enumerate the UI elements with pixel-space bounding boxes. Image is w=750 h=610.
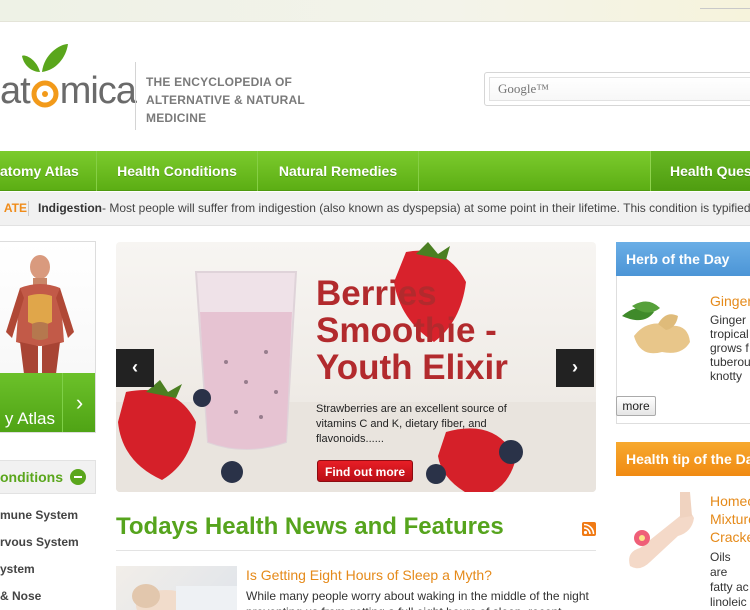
health-tip-header: Health tip of the Day	[616, 442, 750, 476]
logo-swirl-icon	[30, 70, 60, 108]
feet-image[interactable]	[620, 492, 698, 572]
top-bar	[0, 0, 750, 22]
anatomy-atlas-label: y Atlas	[4, 409, 55, 428]
main-nav: atomy Atlas Health Conditions Natural Re…	[0, 151, 750, 191]
herb-name[interactable]: Ginger	[710, 293, 750, 309]
anatomy-body-icon	[6, 255, 74, 374]
ticker-label: ATE	[3, 201, 27, 215]
news-divider	[116, 550, 596, 551]
site-tagline: THE ENCYCLOPEDIA OF ALTERNATIVE & NATURA…	[146, 75, 305, 125]
condition-item-immune-system[interactable]: mune System	[0, 508, 78, 522]
herb-more-button[interactable]: more	[616, 396, 656, 416]
rss-icon[interactable]	[582, 522, 596, 536]
herb-of-day-header: Herb of the Day	[616, 242, 750, 276]
logo-text: at mica	[0, 70, 137, 113]
news-headline[interactable]: Is Getting Eight Hours of Sleep a Myth?	[246, 567, 492, 583]
slider-next-arrow-icon[interactable]: ›	[556, 349, 594, 387]
health-tip-description: Oils are fatty ac linoleic linolenic	[710, 550, 749, 609]
condition-item-system[interactable]: ystem	[0, 562, 35, 576]
ticker-text: - Most people will suffer from indigesti…	[102, 201, 750, 215]
health-tip-title[interactable]: Homeo Mixture Cracke	[710, 492, 750, 548]
ginger-image[interactable]	[618, 296, 696, 364]
nav-item-natural-remedies[interactable]: Natural Remedies	[258, 151, 419, 191]
chevron-right-icon[interactable]: ›	[62, 373, 95, 432]
slide-description: Strawberries are an excellent source of …	[316, 403, 507, 445]
collapse-minus-icon[interactable]	[70, 469, 86, 485]
logo-text-right: mica	[59, 70, 137, 112]
condition-item-ear-nose[interactable]: & Nose	[0, 589, 41, 603]
ticker-separator	[28, 201, 29, 216]
slide-title: Berries Smoothie - Youth Elixir	[316, 274, 508, 387]
anatomy-atlas-box[interactable]: y Atlas ›	[0, 241, 96, 433]
slider-prev-arrow-icon[interactable]: ‹	[116, 349, 154, 387]
nav-item-health-conditions[interactable]: Health Conditions	[97, 151, 258, 191]
news-ticker: ATE Indigestion - Most people will suffe…	[0, 192, 750, 226]
featured-slider: Berries Smoothie - Youth Elixir Strawber…	[116, 242, 596, 492]
news-excerpt: While many people worry about waking in …	[246, 589, 589, 610]
find-out-more-button[interactable]: Find out more	[317, 460, 413, 482]
search-box	[484, 72, 750, 106]
anatomy-figure-image	[0, 242, 95, 374]
search-inner	[489, 77, 750, 101]
logo-divider	[135, 62, 136, 130]
search-input[interactable]	[490, 78, 750, 100]
condition-item-nervous-system[interactable]: rvous System	[0, 535, 79, 549]
news-thumbnail[interactable]	[116, 566, 237, 610]
logo-text-left: at	[0, 70, 31, 112]
top-bar-line	[700, 8, 750, 9]
nav-item-health-questions[interactable]: Health Ques	[650, 151, 750, 191]
news-section-title: Todays Health News and Features	[116, 513, 504, 540]
ticker-title[interactable]: Indigestion	[38, 192, 102, 224]
site-logo[interactable]: at mica	[0, 40, 137, 120]
nav-item-anatomy-atlas[interactable]: atomy Atlas	[0, 151, 97, 191]
conditions-header[interactable]: onditions	[0, 460, 96, 494]
herb-description: Ginger tropical grows f tuberou knotty a	[710, 313, 750, 385]
conditions-title: onditions	[0, 469, 63, 485]
